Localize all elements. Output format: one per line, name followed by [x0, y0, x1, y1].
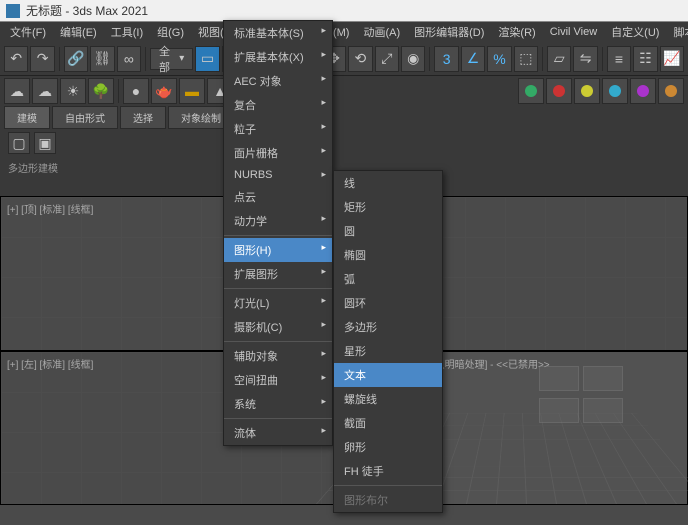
selection-filter[interactable]: 全部 ▾: [150, 48, 193, 70]
mirror-icon[interactable]: ⇋: [573, 46, 597, 72]
render-icon[interactable]: [602, 78, 628, 104]
menu-civilview[interactable]: Civil View: [544, 24, 603, 40]
create-item-14[interactable]: 摄影机(C): [224, 315, 332, 339]
ribbon-tabs: 建模 自由形式 选择 对象绘制: [0, 106, 688, 128]
tab-modeling[interactable]: 建模: [4, 106, 50, 129]
create-item-11[interactable]: 扩展图形: [224, 262, 332, 286]
render-prod-icon[interactable]: [630, 78, 656, 104]
link-button[interactable]: 🔗: [64, 46, 88, 72]
render-setup-icon[interactable]: [546, 78, 572, 104]
create-item-5[interactable]: 面片栅格: [224, 141, 332, 165]
shape-item-0[interactable]: 线: [334, 171, 442, 195]
shape-item-10[interactable]: 截面: [334, 411, 442, 435]
menu-render[interactable]: 渲染(R): [492, 22, 541, 42]
create-item-1[interactable]: 扩展基本体(X): [224, 45, 332, 69]
percent-snap-icon[interactable]: %: [487, 46, 511, 72]
shape-item-11[interactable]: 卵形: [334, 435, 442, 459]
menu-animation[interactable]: 动画(A): [357, 22, 406, 42]
ribbon-panel: ▢ ▣ 多边形建模: [0, 128, 688, 176]
snap-icon[interactable]: 3: [434, 46, 458, 72]
shape-item-9[interactable]: 螺旋线: [334, 387, 442, 411]
tab-freeform[interactable]: 自由形式: [52, 106, 118, 129]
create-item-13[interactable]: 灯光(L): [224, 291, 332, 315]
sun-icon[interactable]: ☀: [60, 78, 86, 104]
watermark: [537, 364, 657, 424]
shape-item-5[interactable]: 圆环: [334, 291, 442, 315]
menu-group[interactable]: 组(G): [151, 22, 190, 42]
align-icon[interactable]: ≡: [607, 46, 631, 72]
window-title: 无标题 - 3ds Max 2021: [26, 2, 148, 19]
create-item-10[interactable]: 图形(H): [224, 238, 332, 262]
main-toolbar: ↶ ↷ 🔗 ⛓ ∞ 全部 ▾ ▭ ☰ ◫ 视图 ▾ ✥ ⟲ ⤢ ◉ 3 ∠ % …: [0, 42, 688, 76]
menu-tools[interactable]: 工具(I): [105, 22, 149, 42]
select-icon[interactable]: ▭: [195, 46, 219, 72]
create-item-6[interactable]: NURBS: [224, 165, 332, 185]
shapes-submenu: 线矩形圆椭圆弧圆环多边形星形文本螺旋线截面卵形FH 徒手图形布尔: [333, 170, 443, 513]
shape-item-4[interactable]: 弧: [334, 267, 442, 291]
render-frame-icon[interactable]: [574, 78, 600, 104]
shape-item-6[interactable]: 多边形: [334, 315, 442, 339]
app-icon: [6, 4, 20, 18]
shape-item-8[interactable]: 文本: [334, 363, 442, 387]
undo-button[interactable]: ↶: [4, 46, 28, 72]
box-icon[interactable]: ▬: [179, 78, 205, 104]
scale-icon[interactable]: ⤢: [375, 46, 399, 72]
shape-item-7[interactable]: 星形: [334, 339, 442, 363]
menu-customize[interactable]: 自定义(U): [605, 22, 665, 42]
angle-snap-icon[interactable]: ∠: [461, 46, 485, 72]
create-item-4[interactable]: 粒子: [224, 117, 332, 141]
secondary-toolbar: ☁ ☁ ☀ 🌳 ● 🫖 ▬ ▲: [0, 76, 688, 106]
poly-icon[interactable]: ▢: [8, 132, 30, 154]
rotate-icon[interactable]: ⟲: [348, 46, 372, 72]
unlink-button[interactable]: ⛓: [90, 46, 114, 72]
material-icon[interactable]: [518, 78, 544, 104]
poly2-icon[interactable]: ▣: [34, 132, 56, 154]
modeling-label: 多边形建模: [8, 160, 58, 175]
create-item-16[interactable]: 辅助对象: [224, 344, 332, 368]
shape-item-3[interactable]: 椭圆: [334, 243, 442, 267]
spinner-snap-icon[interactable]: ⬚: [514, 46, 538, 72]
vp-label-left[interactable]: [+] [左] [标准] [线框]: [7, 356, 93, 371]
sphere-icon[interactable]: ●: [123, 78, 149, 104]
create-item-17[interactable]: 空间扭曲: [224, 368, 332, 392]
layers-icon[interactable]: ☷: [633, 46, 657, 72]
create-item-0[interactable]: 标准基本体(S): [224, 21, 332, 45]
bind-button[interactable]: ∞: [117, 46, 141, 72]
create-item-8[interactable]: 动力学: [224, 209, 332, 233]
menu-file[interactable]: 文件(F): [4, 22, 52, 42]
redo-button[interactable]: ↷: [30, 46, 54, 72]
menubar: 文件(F) 编辑(E) 工具(I) 组(G) 视图(V) 创建(C) 修改器(M…: [0, 22, 688, 42]
tab-selection[interactable]: 选择: [120, 106, 166, 129]
menu-script[interactable]: 脚本(S): [667, 22, 688, 42]
menu-edit[interactable]: 编辑(E): [54, 22, 103, 42]
menu-grapheditors[interactable]: 图形编辑器(D): [408, 22, 490, 42]
create-menu: 标准基本体(S)扩展基本体(X)AEC 对象复合粒子面片栅格NURBS点云动力学…: [223, 20, 333, 446]
cloud-icon[interactable]: ☁: [4, 78, 30, 104]
curve-editor-icon[interactable]: 📈: [660, 46, 684, 72]
shape-item-2[interactable]: 圆: [334, 219, 442, 243]
create-item-3[interactable]: 复合: [224, 93, 332, 117]
create-item-20[interactable]: 流体: [224, 421, 332, 445]
create-item-7[interactable]: 点云: [224, 185, 332, 209]
shape-item-14: 图形布尔: [334, 488, 442, 512]
cloud2-icon[interactable]: ☁: [32, 78, 58, 104]
create-item-2[interactable]: AEC 对象: [224, 69, 332, 93]
placement-icon[interactable]: ◉: [401, 46, 425, 72]
teapot-icon[interactable]: 🫖: [151, 78, 177, 104]
titlebar: 无标题 - 3ds Max 2021: [0, 0, 688, 22]
tree-icon[interactable]: 🌳: [88, 78, 114, 104]
vp-label-top[interactable]: [+] [顶] [标准] [线框]: [7, 201, 93, 216]
named-sel-icon[interactable]: ▱: [547, 46, 571, 72]
shape-item-1[interactable]: 矩形: [334, 195, 442, 219]
render-iter-icon[interactable]: [658, 78, 684, 104]
create-item-18[interactable]: 系统: [224, 392, 332, 416]
shape-item-12[interactable]: FH 徒手: [334, 459, 442, 483]
